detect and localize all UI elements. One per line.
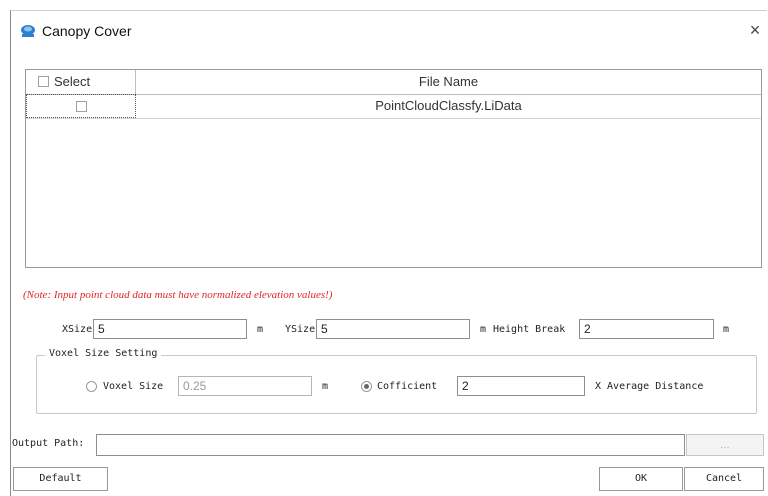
xsize-label: XSize: [62, 324, 93, 335]
ok-button[interactable]: OK: [599, 467, 683, 491]
output-path-label: Output Path:: [12, 438, 85, 449]
canopy-cover-dialog: Canopy Cover × Select File Name PointClo…: [10, 10, 767, 496]
app-logo-icon: [21, 25, 35, 37]
voxel-size-unit: m: [322, 381, 329, 392]
xsize-input[interactable]: 5: [93, 319, 247, 339]
close-icon[interactable]: ×: [745, 20, 765, 40]
file-name-column-header: File Name: [418, 74, 479, 89]
height-break-label: Height Break: [493, 324, 566, 335]
voxel-size-group: Voxel Size Setting Voxel Size 0.25 m Cof…: [36, 348, 757, 414]
input-note: (Note: Input point cloud data must have …: [23, 289, 333, 301]
select-header-label: Select: [54, 74, 91, 89]
height-break-unit: m: [723, 324, 730, 335]
coefficient-radio[interactable]: [361, 381, 372, 392]
voxel-size-input[interactable]: 0.25: [178, 376, 312, 396]
ysize-unit: m: [480, 324, 487, 335]
table-header: Select File Name: [26, 70, 761, 95]
row-file-name: PointCloudClassfy.LiData: [375, 98, 522, 113]
voxel-size-radio[interactable]: [86, 381, 97, 392]
voxel-size-label: Voxel Size: [103, 381, 164, 392]
select-column-header: Select: [26, 70, 136, 94]
select-all-checkbox[interactable]: [38, 76, 49, 87]
window-title: Canopy Cover: [42, 23, 132, 39]
height-break-input[interactable]: 2: [579, 319, 714, 339]
voxel-group-title: Voxel Size Setting: [45, 348, 162, 359]
row-select-cell: [26, 94, 136, 118]
cancel-button[interactable]: Cancel: [684, 467, 764, 491]
coefficient-input[interactable]: 2: [457, 376, 585, 396]
coefficient-label: Cofficient: [377, 381, 438, 392]
row-checkbox[interactable]: [76, 101, 87, 112]
ysize-input[interactable]: 5: [316, 319, 470, 339]
output-path-input[interactable]: [96, 434, 685, 456]
xsize-unit: m: [257, 324, 264, 335]
average-distance-label: X Average Distance: [595, 381, 704, 392]
file-table: Select File Name PointCloudClassfy.LiDat…: [25, 69, 762, 268]
ysize-label: YSize: [285, 324, 316, 335]
title-bar: Canopy Cover ×: [11, 11, 767, 53]
browse-button[interactable]: ...: [686, 434, 764, 456]
table-row[interactable]: PointCloudClassfy.LiData: [26, 94, 761, 119]
default-button[interactable]: Default: [13, 467, 108, 491]
